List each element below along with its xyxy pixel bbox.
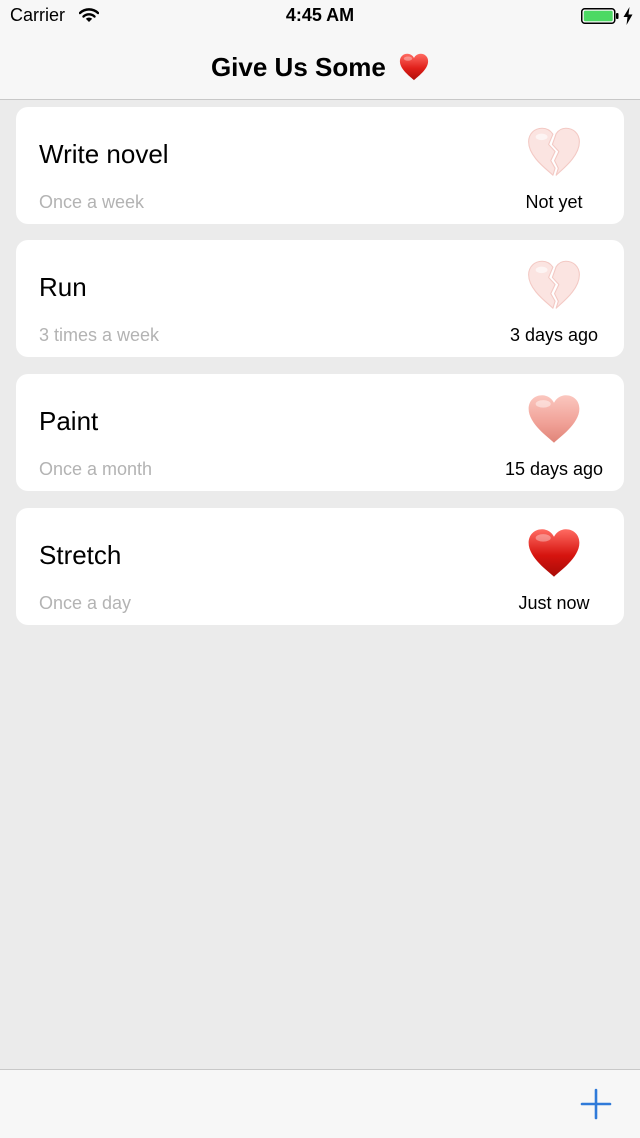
habit-last-done: 15 days ago xyxy=(504,459,604,479)
habit-name: Paint xyxy=(39,406,99,436)
charging-bolt-icon xyxy=(623,7,633,25)
habit-frequency: Once a week xyxy=(39,192,145,212)
habit-name: Write novel xyxy=(39,139,169,169)
status-time: 4:45 AM xyxy=(285,5,355,25)
habit-frequency: Once a day xyxy=(39,593,132,613)
status-bar: Carrier 4:45 AM xyxy=(0,0,640,32)
bottom-toolbar xyxy=(0,1069,640,1138)
habit-card-stretch[interactable]: Stretch Once a day Just now xyxy=(16,508,624,625)
page-title-text: Give Us Some xyxy=(210,52,386,83)
battery-charging-icon xyxy=(581,8,619,24)
habit-name: Run xyxy=(39,272,87,302)
broken-heart-icon xyxy=(528,260,580,309)
page-title: Give Us Some xyxy=(0,48,640,84)
habit-name: Stretch xyxy=(39,540,122,570)
habit-card-run[interactable]: Run 3 times a week 3 days ago xyxy=(16,240,624,357)
plus-icon xyxy=(580,1088,612,1120)
habit-last-done: 3 days ago xyxy=(509,325,599,345)
habit-card-paint[interactable]: Paint Once a month 15 days ago xyxy=(16,374,624,491)
heart-icon xyxy=(528,529,580,577)
red-heart-icon xyxy=(399,53,429,81)
broken-heart-icon xyxy=(528,127,580,176)
habit-frequency: 3 times a week xyxy=(39,325,160,345)
habit-last-done: Just now xyxy=(518,593,590,613)
navigation-bar: Give Us Some xyxy=(0,32,640,100)
habit-frequency: Once a month xyxy=(39,459,153,479)
add-habit-button[interactable] xyxy=(576,1084,616,1124)
habit-last-done: Not yet xyxy=(525,192,583,212)
heart-icon xyxy=(528,395,580,443)
habit-card-write-novel[interactable]: Write novel Once a week Not yet xyxy=(16,107,624,224)
